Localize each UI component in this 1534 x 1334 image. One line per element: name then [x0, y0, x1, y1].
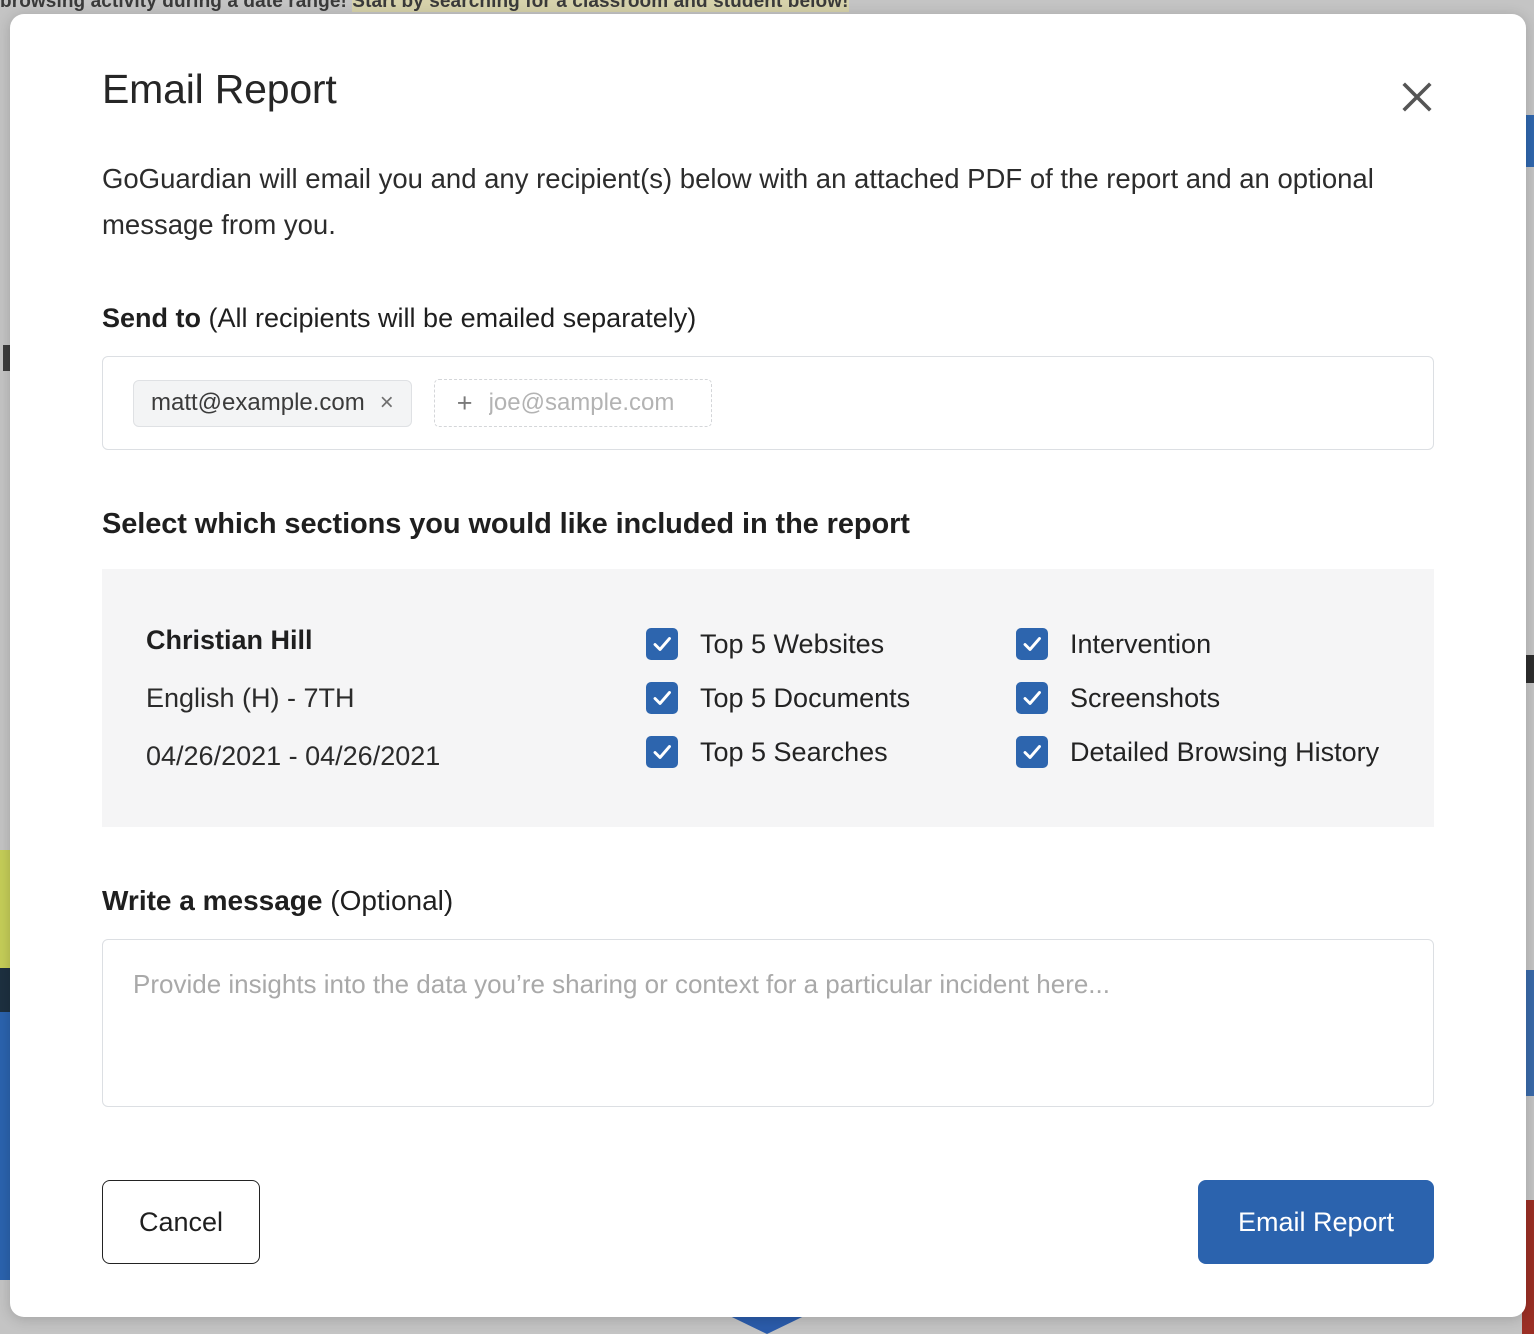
close-icon — [1401, 81, 1433, 113]
student-classroom: English (H) - 7TH — [146, 682, 355, 713]
checkbox-top-5-websites[interactable]: Top 5 Websites — [646, 628, 1016, 660]
recipients-field[interactable]: matt@example.com × + — [102, 356, 1434, 450]
checked-checkbox-icon[interactable] — [646, 628, 678, 660]
sections-checkbox-column-2: Intervention Screenshots Detailed Browsi… — [1016, 628, 1379, 768]
checkbox-intervention[interactable]: Intervention — [1016, 628, 1379, 660]
checkbox-label: Top 5 Documents — [700, 682, 911, 713]
email-report-submit-button[interactable]: Email Report — [1198, 1180, 1434, 1264]
send-to-label: Send to (All recipients will be emailed … — [102, 303, 1434, 334]
checked-checkbox-icon[interactable] — [1016, 628, 1048, 660]
sections-heading: Select which sections you would like inc… — [102, 508, 910, 540]
sections-checkbox-column-1: Top 5 Websites Top 5 Documents Top 5 Sea… — [646, 628, 1016, 768]
cancel-button[interactable]: Cancel — [102, 1180, 260, 1264]
recipient-email: matt@example.com — [151, 389, 365, 416]
checkbox-top-5-documents[interactable]: Top 5 Documents — [646, 682, 1016, 714]
message-label-strong: Write a message — [102, 885, 323, 916]
checkbox-top-5-searches[interactable]: Top 5 Searches — [646, 736, 1016, 768]
add-recipient-input[interactable] — [488, 389, 689, 417]
background-banner-text: browsing activity during a date range! S… — [0, 0, 1534, 13]
close-button[interactable] — [1390, 70, 1444, 124]
email-report-modal: Email Report GoGuardian will email you a… — [10, 14, 1526, 1317]
checked-checkbox-icon[interactable] — [1016, 682, 1048, 714]
student-name: Christian Hill — [146, 624, 313, 655]
sections-panel: Christian Hill English (H) - 7TH 04/26/2… — [102, 569, 1434, 827]
checked-checkbox-icon[interactable] — [646, 736, 678, 768]
message-label: Write a message (Optional) — [102, 885, 1434, 917]
send-to-label-light: (All recipients will be emailed separate… — [201, 303, 697, 333]
page-title: Email Report — [102, 66, 337, 112]
checkbox-label: Intervention — [1070, 628, 1212, 659]
plus-icon: + — [456, 387, 473, 418]
modal-description: GoGuardian will email you and any recipi… — [102, 163, 1374, 240]
recipient-chip[interactable]: matt@example.com × — [133, 379, 412, 427]
checked-checkbox-icon[interactable] — [1016, 736, 1048, 768]
student-date-range: 04/26/2021 - 04/26/2021 — [146, 740, 441, 771]
send-to-label-strong: Send to — [102, 303, 201, 333]
message-input[interactable] — [102, 939, 1434, 1107]
background-banner-plain: browsing activity during a date range! — [0, 0, 353, 12]
add-recipient-field[interactable]: + — [433, 379, 712, 427]
checkbox-label: Top 5 Websites — [700, 628, 885, 659]
checkbox-screenshots[interactable]: Screenshots — [1016, 682, 1379, 714]
checkbox-label: Screenshots — [1070, 682, 1221, 713]
checkbox-label: Detailed Browsing History — [1070, 736, 1380, 767]
message-label-light: (Optional) — [322, 885, 454, 916]
checkbox-detailed-browsing-history[interactable]: Detailed Browsing History — [1016, 736, 1379, 768]
checked-checkbox-icon[interactable] — [646, 682, 678, 714]
background-banner-highlight: Start by searching for a classroom and s… — [352, 0, 849, 12]
modal-footer: Cancel Email Report — [102, 1180, 1434, 1264]
app-background: browsing activity during a date range! S… — [0, 0, 1534, 1334]
student-meta: Christian Hill English (H) - 7TH 04/26/2… — [146, 625, 646, 772]
checkbox-label: Top 5 Searches — [700, 736, 888, 767]
modal-header: Email Report — [102, 14, 1434, 113]
remove-recipient-icon[interactable]: × — [380, 391, 394, 415]
